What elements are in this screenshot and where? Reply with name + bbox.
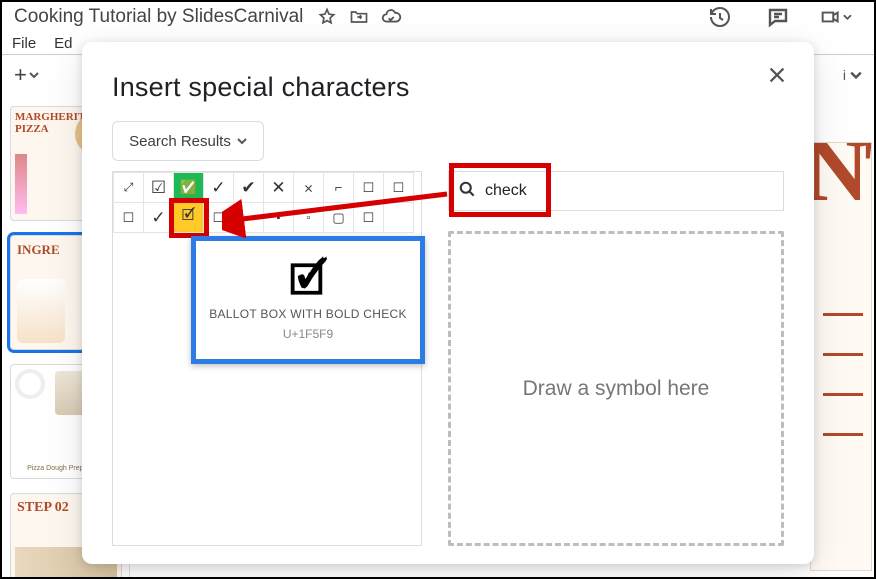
move-folder-icon[interactable] <box>345 3 373 31</box>
char-cell[interactable]: ⨯ <box>294 173 324 203</box>
history-icon[interactable] <box>704 1 736 33</box>
char-cell[interactable]: ✓ <box>204 173 234 203</box>
present-camera-icon[interactable] <box>820 1 852 33</box>
dialog-title: Insert special characters <box>112 72 784 103</box>
char-cell[interactable]: ⤢ <box>114 173 144 203</box>
plus-icon: + <box>14 62 27 88</box>
char-cell[interactable]: ✔ <box>234 173 264 203</box>
star-icon[interactable] <box>313 3 341 31</box>
toolbar-right-label: i <box>843 67 846 83</box>
slide-canvas-peek: NT <box>810 142 872 571</box>
char-cell[interactable]: ▫ <box>294 203 324 233</box>
char-cell[interactable]: ✅ <box>174 173 204 203</box>
char-cell[interactable]: ☐ <box>384 173 414 203</box>
menu-edit[interactable]: Ed <box>54 35 72 52</box>
insert-special-characters-dialog: Insert special characters Search Results… <box>82 42 814 564</box>
character-preview-tooltip: 🗹 BALLOT BOX WITH BOLD CHECK U+1F5F9 <box>191 236 425 364</box>
char-cell[interactable]: ▪ <box>264 203 294 233</box>
char-cell[interactable]: ⌐ <box>324 173 354 203</box>
character-grid: ⤢ ☑ ✅ ✓ ✔ ✕ ⨯ ⌐ ☐ ☐ ☐ ✓ 🗹 ☐ ▪ <box>113 172 414 233</box>
title-right <box>704 1 868 33</box>
character-search-input[interactable] <box>485 182 775 200</box>
draw-placeholder-text: Draw a symbol here <box>523 377 710 401</box>
char-cell[interactable]: ✕ <box>264 173 294 203</box>
toolbar-right-dropdown[interactable]: i <box>843 67 862 83</box>
category-dropdown[interactable]: Search Results <box>112 121 264 161</box>
character-search-bar[interactable] <box>448 171 784 211</box>
char-cell[interactable]: ✓ <box>144 203 174 233</box>
document-title[interactable]: Cooking Tutorial by SlidesCarnival <box>8 4 309 30</box>
char-cell[interactable] <box>384 203 414 233</box>
preview-glyph: 🗹 <box>289 259 326 301</box>
canvas-large-text: NT <box>810 142 872 207</box>
char-cell[interactable]: ▢ <box>324 203 354 233</box>
char-cell-selected[interactable]: 🗹 <box>174 203 204 233</box>
character-grid-panel: ⤢ ☑ ✅ ✓ ✔ ✕ ⨯ ⌐ ☐ ☐ ☐ ✓ 🗹 ☐ ▪ <box>112 171 422 546</box>
draw-symbol-area[interactable]: Draw a symbol here <box>448 231 784 546</box>
comments-icon[interactable] <box>762 1 794 33</box>
char-cell[interactable]: ☐ <box>114 203 144 233</box>
close-button[interactable] <box>764 62 790 88</box>
preview-name: BALLOT BOX WITH BOLD CHECK <box>209 307 407 321</box>
cloud-saved-icon[interactable] <box>377 3 405 31</box>
dropdown-label: Search Results <box>129 133 231 150</box>
new-slide-button[interactable]: + <box>14 62 39 88</box>
preview-codepoint: U+1F5F9 <box>283 327 333 341</box>
char-cell[interactable]: ☐ <box>354 203 384 233</box>
menu-file[interactable]: File <box>12 35 36 52</box>
title-bar: Cooking Tutorial by SlidesCarnival <box>2 2 874 32</box>
char-cell[interactable]: ☐ <box>354 173 384 203</box>
char-cell[interactable]: ☐ <box>204 203 234 233</box>
search-icon <box>457 179 477 204</box>
char-cell[interactable]: ☑ <box>144 173 174 203</box>
dialog-right-column: Draw a symbol here <box>448 171 784 546</box>
char-cell[interactable] <box>234 203 264 233</box>
